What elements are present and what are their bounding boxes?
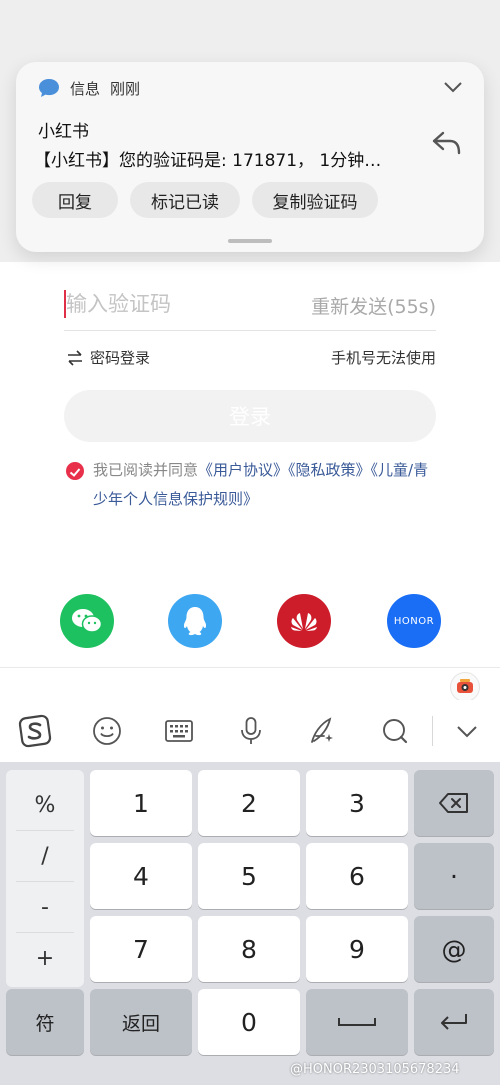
symbol-column[interactable]: % / - + (6, 770, 84, 987)
agreement-row: 我已阅读并同意《用户协议》《隐私政策》《儿童/青少年个人信息保护规则》 (66, 456, 436, 514)
notification-actions: 回复 标记已读 复制验证码 (32, 182, 378, 218)
key-4[interactable]: 4 (90, 843, 192, 909)
swap-icon (68, 349, 82, 366)
password-login-label: 密码登录 (90, 349, 151, 367)
drag-handle[interactable] (228, 239, 272, 243)
agreement-checkbox[interactable] (66, 462, 84, 480)
symbol-key[interactable]: - (6, 882, 84, 932)
key-0[interactable]: 0 (198, 989, 300, 1055)
collapse-keyboard-icon[interactable] (450, 714, 484, 748)
notification-time: 刚刚 (110, 79, 141, 98)
keyboard-icon[interactable] (162, 714, 196, 748)
notification-body: 【小红书】您的验证码是: 171871， 1分钟… (34, 151, 382, 171)
divider (64, 330, 436, 331)
copy-code-button[interactable]: 复制验证码 (252, 182, 378, 218)
user-agreement-link[interactable]: 《用户协议》 (198, 461, 288, 479)
toolbar-separator (432, 716, 433, 746)
space-key[interactable] (306, 989, 408, 1055)
backspace-icon (439, 793, 468, 813)
key-3[interactable]: 3 (306, 770, 408, 836)
honor-login-button[interactable]: HONOR (387, 594, 441, 648)
dot-key[interactable]: · (414, 843, 494, 909)
watermark: @HONOR2303105678234 (290, 1062, 460, 1077)
key-5[interactable]: 5 (198, 843, 300, 909)
code-row: 重新发送(55s) (64, 284, 436, 324)
at-key[interactable]: @ (414, 916, 494, 982)
symbol-switch-key[interactable]: 符 (6, 989, 84, 1055)
keyboard-toolbar (0, 700, 500, 762)
divider (0, 667, 500, 668)
login-button[interactable]: 登录 (64, 390, 436, 442)
space-icon (338, 1018, 376, 1026)
qq-login-button[interactable] (168, 594, 222, 648)
mark-read-button[interactable]: 标记已读 (130, 182, 240, 218)
qq-icon (183, 607, 207, 636)
numeric-keyboard: % / - + 1 2 3 4 5 6 · 7 8 9 @ 符 返回 0 (0, 762, 500, 1085)
reply-icon[interactable] (432, 130, 462, 156)
microphone-icon[interactable] (234, 714, 268, 748)
emoji-icon[interactable] (90, 714, 124, 748)
huawei-login-button[interactable] (277, 594, 331, 648)
search-icon[interactable] (378, 714, 412, 748)
agreement-text: 我已阅读并同意《用户协议》《隐私政策》《儿童/青少年个人信息保护规则》 (66, 456, 436, 514)
privacy-policy-link[interactable]: 《隐私政策》 (288, 461, 371, 479)
resend-button[interactable]: 重新发送(55s) (311, 292, 436, 319)
key-2[interactable]: 2 (198, 770, 300, 836)
notification-card[interactable]: 信息 刚刚 小红书 【小红书】您的验证码是: 171871， 1分钟… 回复 标… (16, 62, 484, 252)
wechat-login-button[interactable] (60, 594, 114, 648)
enter-icon (441, 1014, 467, 1030)
reply-button[interactable]: 回复 (32, 182, 118, 218)
notification-title: 小红书 (38, 122, 89, 142)
wechat-icon (72, 609, 103, 633)
agreement-prefix: 我已阅读并同意 (93, 461, 199, 479)
backspace-key[interactable] (414, 770, 494, 836)
check-icon (69, 468, 81, 477)
key-7[interactable]: 7 (90, 916, 192, 982)
key-8[interactable]: 8 (198, 916, 300, 982)
assistant-icon[interactable] (450, 672, 480, 702)
message-icon (39, 79, 59, 97)
enter-key[interactable] (414, 989, 494, 1055)
chevron-down-icon[interactable] (444, 80, 462, 94)
handwriting-icon[interactable] (306, 714, 340, 748)
key-1[interactable]: 1 (90, 770, 192, 836)
back-key[interactable]: 返回 (90, 989, 192, 1055)
camera-robot-icon (457, 679, 473, 693)
phone-unavailable-link[interactable]: 手机号无法使用 (331, 347, 436, 368)
divider (64, 261, 436, 262)
password-login-link[interactable]: 密码登录 (66, 347, 150, 368)
verification-code-input[interactable] (66, 284, 296, 324)
symbol-key[interactable]: + (6, 933, 84, 983)
notification-header: 信息 刚刚 (38, 77, 140, 99)
notification-app-name: 信息 (70, 79, 101, 98)
huawei-icon (291, 613, 317, 631)
key-9[interactable]: 9 (306, 916, 408, 982)
symbol-key[interactable]: / (6, 831, 84, 881)
sogou-icon[interactable] (18, 714, 52, 748)
symbol-key[interactable]: % (6, 780, 84, 830)
key-6[interactable]: 6 (306, 843, 408, 909)
